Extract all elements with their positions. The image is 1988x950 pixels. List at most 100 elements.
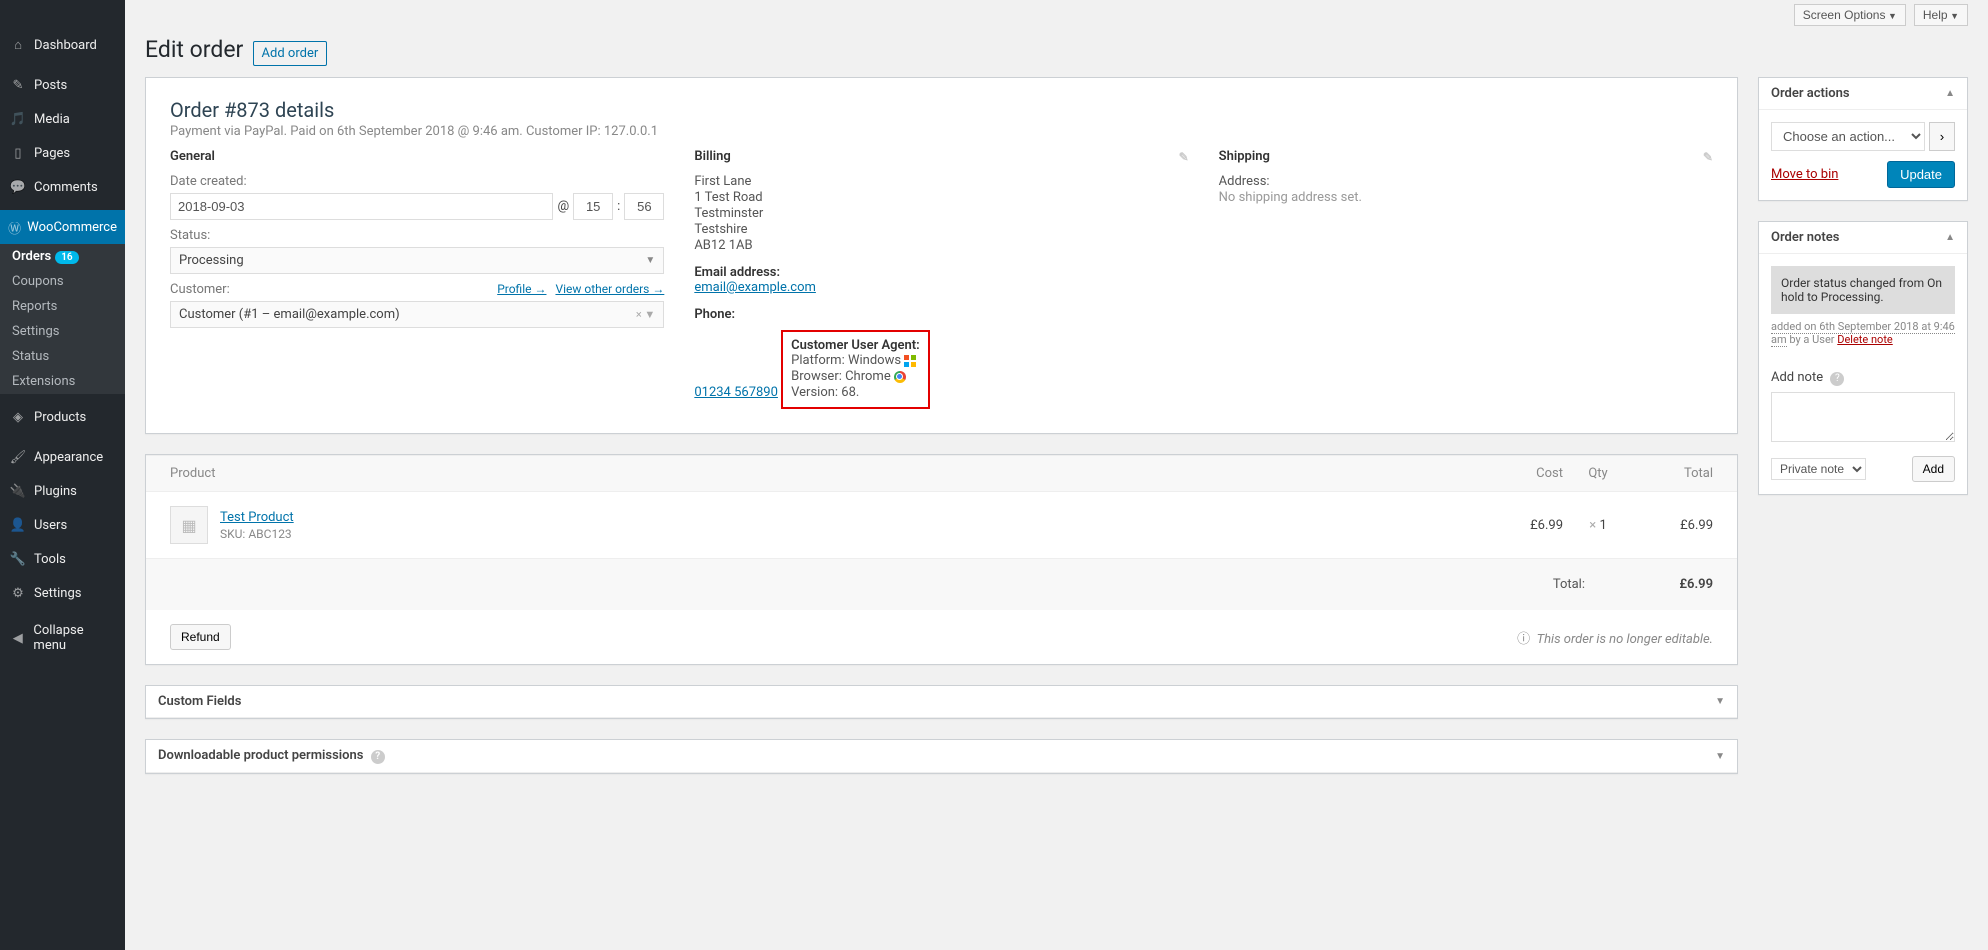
note-meta: added on 6th September 2018 at 9:46 am b… — [1771, 320, 1955, 346]
totals-row: Total: £6.99 — [146, 559, 1737, 610]
email-link[interactable]: email@example.com — [694, 280, 816, 295]
media-icon: 🎵 — [8, 109, 28, 129]
email-label: Email address: — [694, 265, 1188, 280]
ua-label: Customer User Agent: — [791, 338, 920, 353]
sidebar-item-appearance[interactable]: 🖌 Appearance — [0, 440, 125, 474]
sidebar-item-posts[interactable]: ✎Posts — [0, 68, 125, 102]
billing-column: Billing✎ First Lane 1 Test Road Testmins… — [694, 149, 1188, 409]
edit-shipping-icon[interactable]: ✎ — [1703, 150, 1713, 164]
sidebar-item-pages[interactable]: ▯ Pages — [0, 136, 125, 170]
order-details-panel: Order #873 details Payment via PayPal. P… — [145, 77, 1738, 434]
collapse-icon: ◀ — [8, 628, 27, 648]
sidebar-label: Products — [34, 410, 86, 425]
sidebar-item-comments[interactable]: 💬Comments — [0, 170, 125, 204]
date-input[interactable] — [170, 193, 553, 220]
toggle-icon[interactable]: ▲ — [1945, 88, 1955, 99]
table-row: ▦ Test Product SKU: ABC123 £6.99 × 1 £6.… — [146, 492, 1737, 559]
sub-reports[interactable]: Reports — [0, 294, 125, 319]
note-textarea[interactable] — [1771, 392, 1955, 442]
sku-text: SKU: ABC123 — [220, 527, 1493, 541]
update-button[interactable]: Update — [1887, 161, 1955, 188]
page-title: Edit order — [145, 36, 243, 63]
woocommerce-icon: Ⓦ — [8, 217, 21, 237]
products-icon: ◈ — [8, 407, 28, 427]
toggle-icon[interactable]: ▼ — [1715, 696, 1725, 707]
status-label: Status: — [170, 228, 664, 243]
help-icon[interactable]: ? — [1830, 372, 1844, 386]
sidebar-label: WooCommerce — [27, 220, 117, 235]
order-total: £6.99 — [1633, 577, 1713, 592]
woo-submenu: Orders16 Coupons Reports Settings Status… — [0, 244, 125, 394]
sub-status[interactable]: Status — [0, 344, 125, 369]
sidebar-item-settings[interactable]: ⚙Settings — [0, 576, 125, 610]
dashboard-icon: ⌂ — [8, 35, 28, 55]
status-select[interactable]: Processing▼ — [170, 247, 664, 274]
note-type-select[interactable]: Private note — [1771, 458, 1866, 480]
move-to-bin-link[interactable]: Move to bin — [1771, 167, 1838, 182]
sidebar-label: Pages — [34, 146, 70, 161]
sidebar-item-products[interactable]: ◈ Products — [0, 400, 125, 434]
help-button[interactable]: Help — [1914, 4, 1968, 26]
sidebar-item-users[interactable]: 👤Users — [0, 508, 125, 542]
view-other-orders-link[interactable]: View other orders → — [555, 282, 664, 296]
sidebar-item-tools[interactable]: 🔧Tools — [0, 542, 125, 576]
product-link[interactable]: Test Product — [220, 510, 294, 525]
order-notes-panel: Order notes▲ Order status changed from O… — [1758, 221, 1968, 495]
order-actions-panel: Order actions▲ Choose an action... › Mov… — [1758, 77, 1968, 201]
plugins-icon: 🔌 — [8, 481, 28, 501]
screen-options-button[interactable]: Screen Options — [1794, 4, 1906, 26]
topbar: Screen Options Help — [145, 0, 1968, 30]
comment-icon: 💬 — [8, 177, 28, 197]
add-note-button[interactable]: Add — [1912, 456, 1955, 482]
hdr-cost: Cost — [1493, 466, 1563, 481]
order-items-panel: Product Cost Qty Total ▦ Test Product SK… — [145, 454, 1738, 665]
users-icon: 👤 — [8, 515, 28, 535]
sidebar-item-dashboard[interactable]: ⌂ Dashboard — [0, 28, 125, 62]
shipping-column: Shipping✎ Address: No shipping address s… — [1219, 149, 1713, 409]
sub-extensions[interactable]: Extensions — [0, 369, 125, 394]
general-heading: General — [170, 149, 664, 164]
profile-link[interactable]: Profile → — [497, 282, 546, 296]
toggle-icon[interactable]: ▲ — [1945, 232, 1955, 243]
delete-note-link[interactable]: Delete note — [1837, 333, 1893, 346]
sidebar-label: Settings — [34, 586, 81, 601]
add-order-button[interactable]: Add order — [253, 41, 328, 66]
order-subtitle: Payment via PayPal. Paid on 6th Septembe… — [170, 124, 1713, 139]
sidebar-item-media[interactable]: 🎵 Media — [0, 102, 125, 136]
orders-count-badge: 16 — [55, 251, 78, 264]
refund-button[interactable]: Refund — [170, 624, 231, 650]
sub-settings[interactable]: Settings — [0, 319, 125, 344]
sub-coupons[interactable]: Coupons — [0, 269, 125, 294]
item-qty: × 1 — [1563, 518, 1633, 533]
add-note-label: Add note ? — [1771, 370, 1955, 386]
billing-heading: Billing — [694, 149, 730, 164]
order-notes-heading: Order notes — [1771, 230, 1839, 245]
hour-input[interactable] — [573, 193, 613, 220]
action-select[interactable]: Choose an action... — [1771, 122, 1925, 151]
apply-action-button[interactable]: › — [1929, 122, 1955, 151]
chrome-icon — [894, 371, 906, 383]
phone-link[interactable]: 01234 567890 — [694, 385, 778, 400]
page-icon: ▯ — [8, 143, 28, 163]
sidebar-item-plugins[interactable]: 🔌 Plugins — [0, 474, 125, 508]
user-agent-box: Customer User Agent: Platform: Windows B… — [781, 330, 930, 409]
toggle-icon[interactable]: ▼ — [1715, 751, 1725, 762]
no-shipping-text: No shipping address set. — [1219, 190, 1713, 205]
tools-icon: 🔧 — [8, 549, 28, 569]
sidebar-label: Appearance — [34, 450, 103, 465]
sidebar-label: Media — [34, 112, 70, 127]
sidebar-item-collapse[interactable]: ◀ Collapse menu — [0, 616, 125, 660]
customer-select[interactable]: Customer (#1 – email@example.com)× ▼ — [170, 301, 664, 328]
shipping-heading: Shipping — [1219, 149, 1270, 164]
appearance-icon: 🖌 — [8, 447, 28, 467]
help-icon[interactable]: ? — [371, 750, 385, 764]
hdr-total: Total — [1633, 466, 1713, 481]
locked-text: ⓘ This order is no longer editable. — [1517, 628, 1713, 647]
sidebar-item-woocommerce[interactable]: Ⓦ WooCommerce — [0, 210, 125, 244]
sub-orders[interactable]: Orders16 — [0, 244, 125, 269]
edit-billing-icon[interactable]: ✎ — [1179, 150, 1189, 164]
sidebar-label: Plugins — [34, 484, 77, 499]
sidebar-label: Dashboard — [34, 38, 97, 53]
minute-input[interactable] — [624, 193, 664, 220]
sidebar-label: Collapse menu — [33, 623, 117, 653]
